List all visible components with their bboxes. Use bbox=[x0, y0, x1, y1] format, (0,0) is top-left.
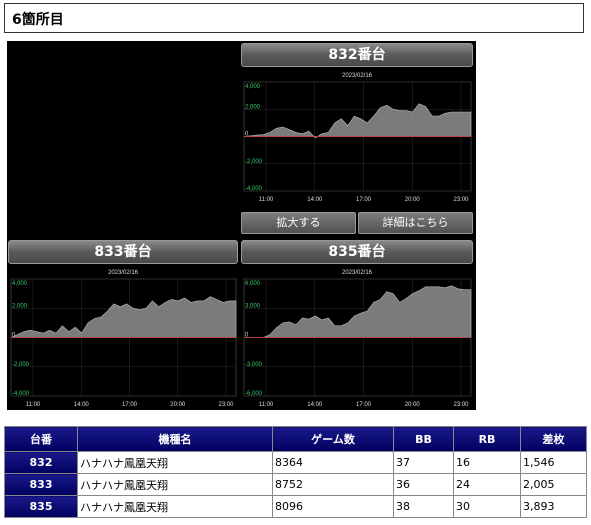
col-header-difference: 差枚 bbox=[520, 426, 587, 452]
chart-header-835: 835番台 bbox=[241, 240, 473, 264]
y-tick-label: -2,000 bbox=[245, 159, 263, 165]
bb-cell: 38 bbox=[393, 495, 454, 518]
machine-data-table: 台番 機種名 ゲーム数 BB RB 差枚 832 ハナハナ鳳凰天翔 8364 3… bbox=[4, 426, 587, 518]
x-tick-label: 20:00 bbox=[405, 197, 421, 203]
chart-835: 835番台 2023/02/16 6,000 3,000 0 -3,000 -6,000 1… bbox=[241, 240, 473, 410]
y-tick-label: 2,000 bbox=[245, 104, 261, 110]
machine-number-cell[interactable]: 835 bbox=[4, 495, 78, 518]
y-tick-label: 4,000 bbox=[12, 281, 28, 287]
table-header-row: 台番 機種名 ゲーム数 BB RB 差枚 bbox=[4, 426, 587, 452]
y-tick-label: 6,000 bbox=[245, 281, 261, 287]
x-tick-label: 14:00 bbox=[307, 402, 323, 408]
col-header-rb: RB bbox=[453, 426, 521, 452]
table-row: 832 ハナハナ鳳凰天翔 8364 37 16 1,546 bbox=[4, 451, 587, 474]
table-row: 833 ハナハナ鳳凰天翔 8752 36 24 2,005 bbox=[4, 473, 587, 496]
game-count-cell: 8752 bbox=[272, 473, 394, 496]
chart-832: 832番台 2023/02/16 4,000 2,000 0 -2,000 -4,000 1… bbox=[241, 43, 473, 205]
col-header-game-count: ゲーム数 bbox=[272, 426, 394, 452]
game-count-cell: 8096 bbox=[272, 495, 394, 518]
bb-cell: 37 bbox=[393, 451, 454, 474]
x-tick-label: 14:00 bbox=[307, 197, 323, 203]
x-tick-label: 23:00 bbox=[453, 402, 469, 408]
difference-cell: 2,005 bbox=[520, 473, 587, 496]
difference-cell: 3,893 bbox=[520, 495, 587, 518]
zoom-button[interactable]: 拡大する bbox=[241, 212, 356, 234]
chart-header-832: 832番台 bbox=[241, 43, 473, 67]
x-tick-label: 23:00 bbox=[218, 402, 234, 408]
machine-number-cell[interactable]: 833 bbox=[4, 473, 78, 496]
game-count-cell: 8364 bbox=[272, 451, 394, 474]
difference-cell: 1,546 bbox=[520, 451, 587, 474]
y-tick-label: -3,000 bbox=[245, 362, 263, 368]
table-row: 835 ハナハナ鳳凰天翔 8096 38 30 3,893 bbox=[4, 495, 587, 518]
col-header-machine-name: 機種名 bbox=[77, 426, 273, 452]
chart-date-label: 2023/02/16 bbox=[342, 270, 373, 276]
chart-header-833: 833番台 bbox=[8, 240, 238, 264]
chart-date-label: 2023/02/16 bbox=[108, 270, 139, 276]
x-tick-label: 14:00 bbox=[74, 402, 90, 408]
rb-cell: 24 bbox=[453, 473, 521, 496]
y-tick-label: -4,000 bbox=[245, 186, 263, 192]
x-tick-label: 20:00 bbox=[170, 402, 186, 408]
col-header-bb: BB bbox=[393, 426, 454, 452]
x-tick-label: 17:00 bbox=[122, 402, 138, 408]
x-tick-label: 11:00 bbox=[259, 197, 274, 203]
y-tick-label: -2,000 bbox=[12, 362, 30, 368]
section-title-text: 6箇所目 bbox=[12, 12, 64, 28]
chart-plot-832: 2023/02/164,0002,0000-2,000-4,00011:00 14… bbox=[243, 73, 472, 203]
rb-cell: 16 bbox=[453, 451, 521, 474]
y-tick-label: 4,000 bbox=[245, 84, 261, 90]
details-button[interactable]: 詳細はこちら bbox=[358, 212, 473, 234]
x-tick-label: 20:00 bbox=[405, 402, 421, 408]
rb-cell: 30 bbox=[453, 495, 521, 518]
chart-date-label: 2023/02/16 bbox=[342, 73, 373, 79]
chart-833: 833番台 2023/02/16 4,000 2,000 0 -2,000 -4,000 1… bbox=[8, 240, 238, 410]
chart-plot-835: 2023/02/166,0003,0000-3,000-6,00011:00 14… bbox=[243, 270, 472, 408]
section-title: 6箇所目 bbox=[4, 3, 584, 33]
machine-number-cell[interactable]: 832 bbox=[4, 451, 78, 474]
x-tick-label: 23:00 bbox=[453, 197, 469, 203]
y-tick-label: 3,000 bbox=[245, 303, 261, 309]
y-tick-label: -4,000 bbox=[12, 391, 30, 397]
machine-name-cell: ハナハナ鳳凰天翔 bbox=[77, 451, 273, 474]
bb-cell: 36 bbox=[393, 473, 454, 496]
y-tick-label: -6,000 bbox=[245, 391, 263, 397]
x-tick-label: 11:00 bbox=[26, 402, 41, 408]
chart-plot-833: 2023/02/164,0002,0000-2,000-4,00011:00 14… bbox=[10, 270, 237, 408]
x-tick-label: 11:00 bbox=[259, 402, 274, 408]
y-tick-label: 2,000 bbox=[12, 303, 28, 309]
machine-name-cell: ハナハナ鳳凰天翔 bbox=[77, 495, 273, 518]
x-tick-label: 17:00 bbox=[356, 402, 372, 408]
machine-name-cell: ハナハナ鳳凰天翔 bbox=[77, 473, 273, 496]
col-header-machine-number: 台番 bbox=[4, 426, 78, 452]
x-tick-label: 17:00 bbox=[356, 197, 372, 203]
